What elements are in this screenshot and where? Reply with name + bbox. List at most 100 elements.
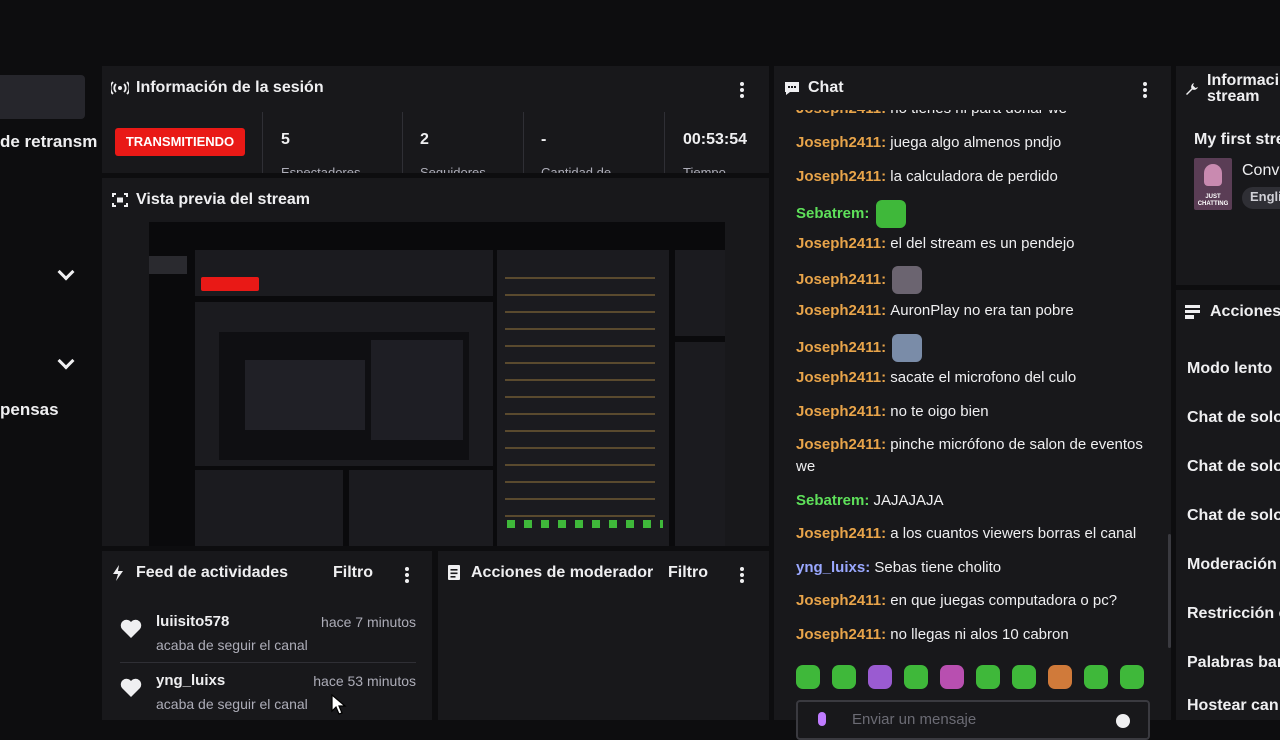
chat-title: Chat — [808, 79, 844, 96]
divider — [664, 112, 665, 173]
chat-username[interactable]: Joseph2411 — [796, 168, 881, 185]
category-thumbnail[interactable]: JUST CHATTING — [1194, 158, 1232, 210]
category-name[interactable]: Conv — [1242, 162, 1279, 180]
emote-icon[interactable] — [1012, 665, 1036, 689]
chevron-down-icon[interactable] — [57, 352, 75, 370]
video-right-actions — [675, 342, 725, 546]
video-right-panel — [675, 250, 725, 336]
list-item[interactable]: luiisito578 hace 7 minutos acaba de segu… — [120, 607, 416, 663]
chat-username[interactable]: Joseph2411 — [796, 626, 881, 643]
emote-icon[interactable] — [1084, 665, 1108, 689]
chat-username[interactable]: Joseph2411 — [796, 403, 881, 420]
chat-colon: : — [864, 204, 874, 222]
stat-viewers-value: 5 — [281, 131, 290, 148]
chat-message: Joseph2411: no te oigo bien — [796, 401, 1158, 423]
chat-emote-icon[interactable] — [892, 334, 923, 362]
chat-colon: : — [881, 168, 891, 185]
feed-username[interactable]: luiisito578 — [156, 613, 229, 630]
action-host-channel[interactable]: Hostear can — [1187, 697, 1279, 715]
chat-scrollbar[interactable] — [1168, 534, 1171, 648]
emote-icon[interactable] — [868, 665, 892, 689]
chat-message: Joseph2411: — [796, 334, 1158, 362]
emote-icon[interactable] — [1120, 665, 1144, 689]
chat-text: AuronPlay no era tan pobre — [890, 302, 1074, 319]
activity-feed-panel: Feed de actividades Filtro luiisito578 h… — [102, 551, 432, 720]
nav-item-retransmit[interactable]: de retransm — [0, 132, 97, 152]
chat-username[interactable]: Joseph2411 — [796, 592, 881, 609]
chat-username[interactable]: Joseph2411 — [796, 339, 881, 356]
chat-header: Chat — [774, 66, 1171, 110]
chat-text: sacate el microfono del culo — [890, 369, 1077, 386]
language-tag[interactable]: Engli — [1242, 187, 1280, 209]
feed-filter-button[interactable]: Filtro — [333, 564, 373, 582]
chat-colon: : — [881, 338, 891, 356]
chat-text: no llegas ni alos 10 cabron — [890, 626, 1069, 643]
chat-username[interactable]: Joseph2411 — [796, 369, 881, 386]
list-item[interactable]: yng_luixs hace 53 minutos acaba de segui… — [120, 666, 416, 720]
chat-colon: : — [881, 626, 891, 643]
lightning-icon — [113, 565, 123, 581]
more-options-icon[interactable] — [1143, 82, 1147, 100]
action-slow-mode[interactable]: Modo lento — [1187, 360, 1272, 378]
chevron-down-icon[interactable] — [57, 263, 75, 281]
stat-followers-label: Seguidores — [420, 165, 486, 173]
chat-input[interactable]: Enviar un mensaje — [796, 700, 1150, 740]
emote-icon[interactable] — [940, 665, 964, 689]
video-nested-content — [245, 360, 365, 430]
feed-username[interactable]: yng_luixs — [156, 672, 225, 689]
nav-highlight[interactable] — [0, 75, 85, 119]
chat-username[interactable]: Joseph2411 — [796, 271, 881, 288]
heart-icon — [120, 678, 142, 697]
emoji-icon[interactable] — [1116, 714, 1130, 728]
chat-message: Joseph2411: a los cuantos viewers borras… — [796, 523, 1158, 545]
stream-preview-panel: Vista previa del stream — [102, 178, 769, 546]
chat-username[interactable]: Sebatrem — [796, 492, 864, 509]
more-options-icon[interactable] — [740, 567, 744, 585]
chat-emote-icon[interactable] — [892, 266, 923, 294]
session-info-header: Información de la sesión — [102, 66, 769, 110]
more-options-icon[interactable] — [405, 567, 409, 585]
chat-username[interactable]: Joseph2411 — [796, 134, 881, 151]
chat-username[interactable]: yng_luixs — [796, 559, 865, 576]
emote-icon[interactable] — [976, 665, 1000, 689]
session-info-panel: Información de la sesión TRANSMITIENDO 5… — [102, 66, 769, 173]
chat-text: no te oigo bien — [890, 403, 989, 420]
chat-username[interactable]: Joseph2411 — [796, 436, 881, 453]
chat-message: Joseph2411: — [796, 266, 1158, 294]
chat-message: Joseph2411: sacate el microfono del culo — [796, 367, 1158, 389]
chat-colon: : — [881, 592, 891, 609]
chat-username[interactable]: Joseph2411 — [796, 525, 881, 542]
emote-picker-icon[interactable] — [818, 712, 826, 726]
stream-preview-header: Vista previa del stream — [102, 178, 769, 222]
emote-icon[interactable] — [904, 665, 928, 689]
action-restriction[interactable]: Restricción c — [1187, 605, 1280, 623]
mod-filter-button[interactable]: Filtro — [668, 564, 708, 582]
chat-colon: : — [881, 134, 891, 151]
action-emote-only[interactable]: Chat de solo — [1187, 507, 1280, 525]
chat-username[interactable]: Joseph2411 — [796, 235, 881, 252]
chat-username[interactable]: Joseph2411 — [796, 302, 881, 319]
action-followers-only[interactable]: Chat de solo — [1187, 409, 1280, 427]
action-banned-words[interactable]: Palabras bar — [1187, 654, 1280, 672]
preview-icon — [112, 193, 128, 207]
nav-item-recompensas[interactable]: pensas — [0, 400, 59, 420]
emote-icon[interactable] — [832, 665, 856, 689]
stream-info-title-2: stream — [1207, 88, 1260, 105]
video-live-badge — [201, 277, 259, 291]
emote-icon[interactable] — [1048, 665, 1072, 689]
action-subs-only[interactable]: Chat de solo — [1187, 458, 1280, 476]
stat-viewers-label: Espectadores — [281, 165, 361, 173]
stat-count-label: Cantidad de — [541, 165, 612, 173]
chat-message: Sebatrem: — [796, 200, 1158, 228]
action-moderation[interactable]: Moderación — [1187, 556, 1277, 574]
more-options-icon[interactable] — [740, 82, 744, 100]
divider — [523, 112, 524, 173]
video-nested-chat — [371, 340, 463, 440]
chat-emote-icon[interactable] — [875, 200, 906, 228]
chat-panel — [774, 66, 1171, 720]
chat-username[interactable]: Sebatrem — [796, 205, 864, 222]
feed-action: acaba de seguir el canal — [156, 696, 308, 712]
emote-icon[interactable] — [796, 665, 820, 689]
chat-message: Joseph2411: no llegas ni alos 10 cabron — [796, 624, 1158, 646]
stream-video[interactable] — [149, 222, 725, 546]
